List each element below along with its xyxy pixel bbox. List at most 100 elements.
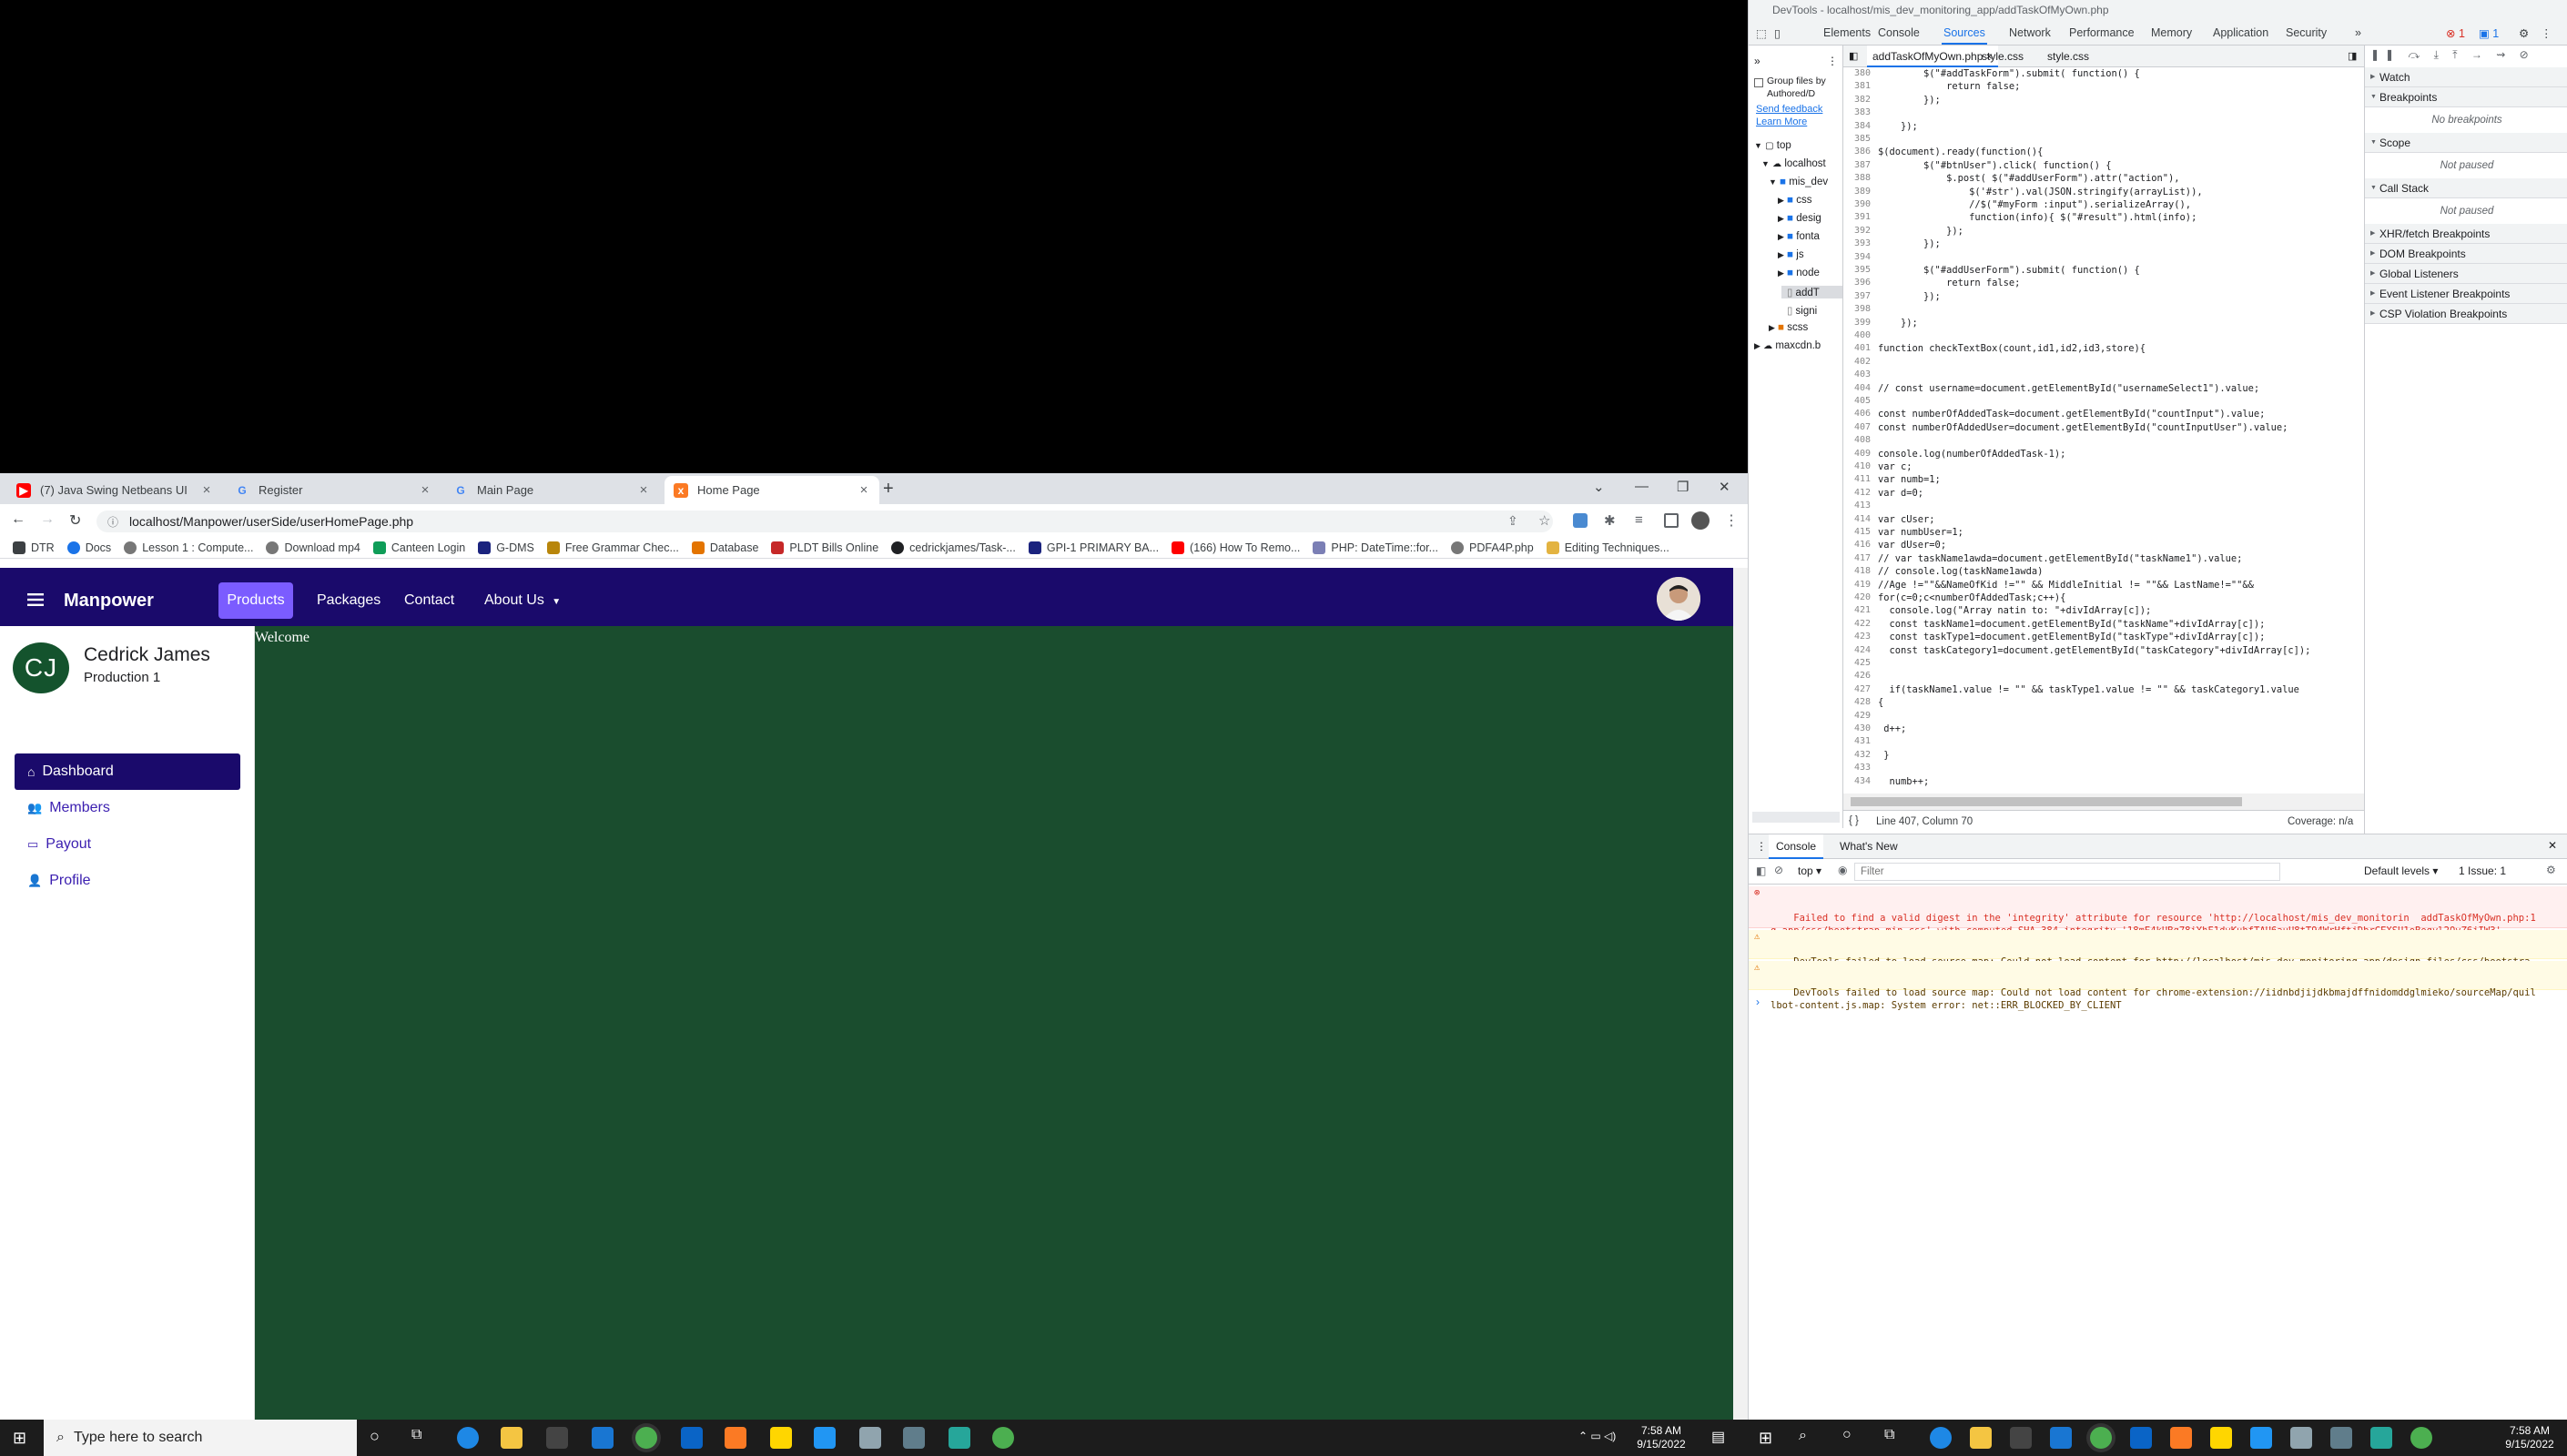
line-number[interactable]: 411	[1843, 473, 1871, 486]
line-number[interactable]: 380	[1843, 67, 1871, 80]
drawer-tab-whats-new[interactable]: What's New	[1840, 840, 1898, 853]
bookmark-item[interactable]: Download mp4	[266, 541, 360, 554]
code-line[interactable]: 418 // console.log(taskName1awda)	[1843, 565, 2364, 578]
code-line[interactable]: 402	[1843, 356, 2364, 369]
code-line[interactable]: 415 var numbUser=1;	[1843, 526, 2364, 539]
inspect-icon[interactable]: ⬚	[1756, 26, 1767, 40]
line-number[interactable]: 419	[1843, 579, 1871, 592]
forward-icon[interactable]: →	[40, 511, 55, 528]
edge-icon[interactable]	[457, 1427, 479, 1449]
code-line[interactable]: 385	[1843, 133, 2364, 146]
line-number[interactable]: 430	[1843, 723, 1871, 735]
new-tab-button[interactable]: +	[883, 479, 894, 500]
code-line[interactable]: 426	[1843, 670, 2364, 682]
line-number[interactable]: 388	[1843, 172, 1871, 185]
app-icon[interactable]	[859, 1427, 881, 1449]
tree-folder-js[interactable]: ▶ ■ js	[1778, 249, 1804, 260]
line-number[interactable]: 385	[1843, 133, 1871, 146]
xampp-icon[interactable]	[725, 1427, 746, 1449]
code-line[interactable]: 380 $("#addTaskForm").submit( function()…	[1843, 67, 2364, 80]
code-line[interactable]: 413	[1843, 500, 2364, 512]
more-options-icon[interactable]: ⋮	[2541, 26, 2552, 40]
code-line[interactable]: 433	[1843, 762, 2364, 774]
tree-folder-scss[interactable]: ▶ ■ scss	[1769, 322, 1808, 333]
bookmark-item[interactable]: Docs	[66, 541, 111, 554]
code-line[interactable]: 412 var d=0;	[1843, 487, 2364, 500]
eye-icon[interactable]: ◉	[1838, 864, 1847, 876]
maximize-button[interactable]: ❐	[1677, 479, 1689, 495]
line-number[interactable]: 415	[1843, 526, 1871, 539]
code-line[interactable]: 417 // var taskName1awda=document.getElem…	[1843, 552, 2364, 565]
side-panel-icon[interactable]	[1664, 513, 1679, 528]
nav-about-us[interactable]: About Us ▼	[484, 582, 561, 619]
line-number[interactable]: 429	[1843, 710, 1871, 723]
extension-icon[interactable]	[1573, 513, 1588, 528]
outlook-icon[interactable]	[681, 1427, 703, 1449]
editor-tab-style[interactable]: style.css	[1982, 50, 2024, 63]
code-line[interactable]: 389 $('#str').val(JSON.stringify(arrayLi…	[1843, 186, 2364, 198]
code-line[interactable]: 422 const taskName1=document.getElementB…	[1843, 618, 2364, 631]
editor-tab-style-2[interactable]: style.css	[2047, 50, 2089, 63]
drawer-tab-console[interactable]: Console	[1769, 834, 1824, 859]
line-number[interactable]: 412	[1843, 487, 1871, 500]
site-brand[interactable]: Manpower	[64, 582, 154, 619]
windows-start-icon[interactable]: ⊞	[1759, 1429, 1772, 1448]
toggle-debugger-icon[interactable]: ◨	[2348, 50, 2357, 62]
tab-memory[interactable]: Memory	[2151, 26, 2192, 39]
mail-icon[interactable]	[592, 1427, 614, 1449]
navigator-scrollbar[interactable]	[1752, 812, 1840, 823]
code-editor[interactable]: 380 $("#addTaskForm").submit( function()…	[1843, 67, 2364, 794]
code-line[interactable]: 419 //Age !=""&&NameOfKid !="" && MiddleI…	[1843, 579, 2364, 592]
bookmark-item[interactable]: PLDT Bills Online	[771, 541, 878, 554]
console-settings-icon[interactable]: ⚙	[2546, 864, 2556, 876]
address-bar[interactable]: ⓘ localhost/Manpower/userSide/userHomePa…	[96, 511, 1553, 532]
taskbar-search[interactable]: ⌕ Type here to search	[44, 1420, 357, 1456]
tray-icons[interactable]: ⌃ ▭ ◁)	[1578, 1430, 1616, 1442]
back-icon[interactable]: ←	[11, 511, 25, 528]
tree-file-addtask[interactable]: ▯ addT	[1781, 286, 1842, 298]
nav-contact[interactable]: Contact	[404, 582, 454, 619]
line-number[interactable]: 404	[1843, 382, 1871, 395]
code-line[interactable]: 382 });	[1843, 94, 2364, 106]
line-number[interactable]: 414	[1843, 513, 1871, 526]
task-view-icon[interactable]: ⧉	[1884, 1427, 1894, 1443]
code-line[interactable]: 399 });	[1843, 317, 2364, 329]
nav-packages[interactable]: Packages	[317, 582, 380, 619]
tree-file-signin[interactable]: ▯ signi	[1787, 304, 1817, 317]
code-line[interactable]: 387 $("#btnUser").click( function() {	[1843, 159, 2364, 172]
section-watch[interactable]: Watch	[2365, 67, 2567, 87]
code-line[interactable]: 404 // const username=document.getElement…	[1843, 382, 2364, 395]
chrome-icon[interactable]	[992, 1427, 1014, 1449]
bookmark-item[interactable]: DTR	[13, 541, 55, 554]
code-line[interactable]: 428 {	[1843, 696, 2364, 709]
bookmark-item[interactable]: Lesson 1 : Compute...	[124, 541, 253, 554]
line-number[interactable]: 427	[1843, 683, 1871, 696]
task-view-icon[interactable]: ⧉	[411, 1427, 421, 1443]
code-line[interactable]: 391 function(info){ $("#result").html(in…	[1843, 211, 2364, 224]
chrome-icon[interactable]	[635, 1427, 657, 1449]
mail-icon[interactable]	[2050, 1427, 2072, 1449]
close-icon[interactable]: ×	[419, 482, 431, 498]
calculator-icon[interactable]	[903, 1427, 925, 1449]
line-number[interactable]: 421	[1843, 604, 1871, 617]
code-line[interactable]: 420 for(c=0;c<numberOfAddedTask;c++){	[1843, 592, 2364, 604]
code-line[interactable]: 427 if(taskName1.value != "" && taskType…	[1843, 683, 2364, 696]
line-number[interactable]: 413	[1843, 500, 1871, 512]
line-number[interactable]: 391	[1843, 211, 1871, 224]
search-icon[interactable]: ⌕	[1799, 1428, 1807, 1444]
code-line[interactable]: 423 const taskType1=document.getElementB…	[1843, 631, 2364, 643]
tab-register[interactable]: G Register ×	[226, 476, 441, 504]
line-number[interactable]: 381	[1843, 80, 1871, 93]
bookmark-item[interactable]: Editing Techniques...	[1546, 541, 1669, 554]
section-xhr-breakpoints[interactable]: XHR/fetch Breakpoints	[2365, 224, 2567, 244]
notification-icon[interactable]: ▤	[1711, 1428, 1725, 1446]
xampp-icon[interactable]	[2170, 1427, 2192, 1449]
page-scrollbar[interactable]	[1733, 568, 1748, 1420]
code-line[interactable]: 431	[1843, 735, 2364, 748]
line-number[interactable]: 422	[1843, 618, 1871, 631]
info-icon[interactable]: ⓘ	[107, 514, 118, 530]
section-scope[interactable]: Scope	[2365, 133, 2567, 153]
toggle-navigator-icon[interactable]: ◧	[1849, 50, 1858, 62]
close-drawer-icon[interactable]: ✕	[2548, 839, 2557, 852]
close-window-button[interactable]: ✕	[1719, 479, 1730, 495]
